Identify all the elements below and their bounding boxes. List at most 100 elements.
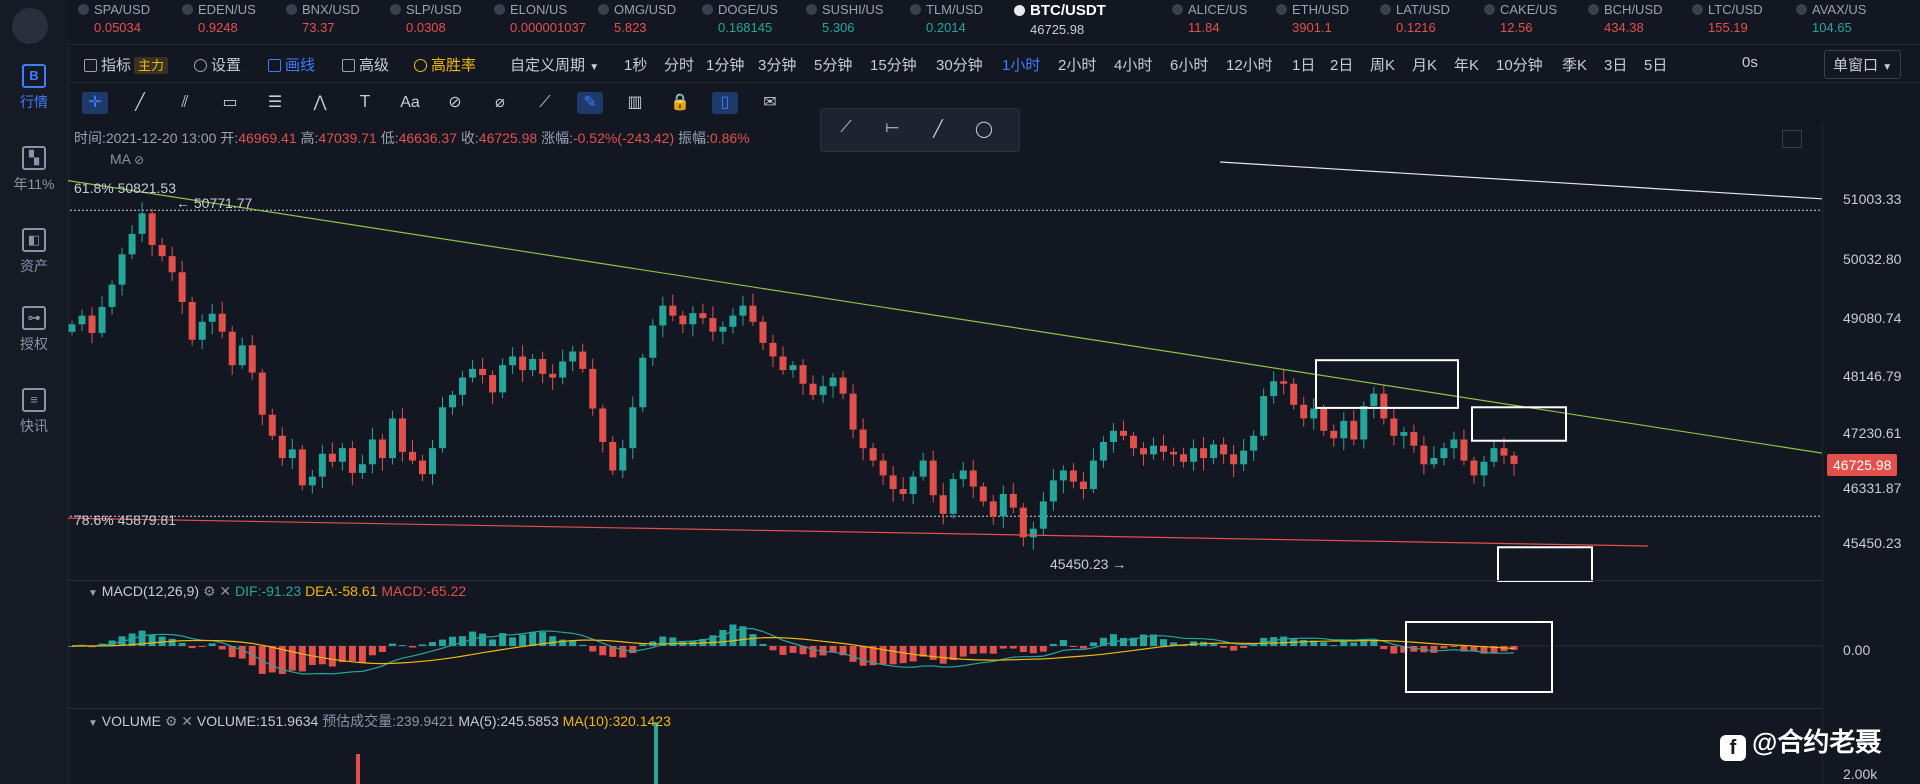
ticker-12[interactable]: LAT/USD 0.1216 — [1380, 2, 1450, 35]
period-11[interactable]: 12小时 — [1226, 54, 1273, 75]
ticker-2[interactable]: BNX/USD 73.37 — [286, 2, 360, 35]
ticker-price: 0.0308 — [406, 20, 446, 35]
magnet-icon[interactable]: ⊘ — [442, 92, 468, 114]
ticker-3[interactable]: SLP/USD 0.0308 — [390, 2, 462, 35]
period-13[interactable]: 2日 — [1330, 54, 1353, 75]
candle-body — [1079, 481, 1087, 490]
ticker-symbol: DOGE/US — [718, 2, 778, 17]
period-8[interactable]: 2小时 — [1058, 54, 1096, 75]
price-axis-label: 48146.79 — [1843, 367, 1902, 384]
ticker-11[interactable]: ETH/USD 3901.1 — [1276, 2, 1349, 35]
ma-label[interactable]: MA ⊘ — [110, 151, 144, 167]
macd-histogram-bar — [178, 642, 186, 646]
font-icon[interactable]: Aa — [397, 92, 423, 114]
price-chart[interactable] — [68, 122, 1822, 784]
rect-icon[interactable]: ▭ — [217, 92, 243, 114]
ticker-5[interactable]: OMG/USD 5.823 — [598, 2, 676, 35]
ticker-symbol: LAT/USD — [1396, 2, 1450, 17]
eraser-icon[interactable]: ⌀ — [487, 92, 513, 114]
settings-gear-icon[interactable]: ⚙ — [165, 713, 178, 729]
period-16[interactable]: 年K — [1454, 54, 1479, 75]
ticker-7[interactable]: SUSHI/US 5.306 — [806, 2, 883, 35]
ticker-14[interactable]: BCH/USD 434.38 — [1588, 2, 1663, 35]
text-icon[interactable]: Ｔ — [352, 92, 378, 114]
macd-histogram-bar — [1079, 646, 1087, 649]
ticker-13[interactable]: CAKE/US 12.56 — [1484, 2, 1557, 35]
sidebar-item-1[interactable]: ▚ 年11% — [0, 146, 68, 194]
macd-histogram-bar — [1059, 639, 1067, 646]
period-5[interactable]: 15分钟 — [870, 54, 917, 75]
period-7[interactable]: 1小时 — [1002, 54, 1040, 75]
close-icon[interactable]: ✕ — [219, 583, 231, 599]
sidebar-item-0[interactable]: B 行情 — [0, 64, 68, 112]
period-9[interactable]: 4小时 — [1114, 54, 1152, 75]
app-logo[interactable] — [12, 8, 48, 44]
note-icon[interactable]: ✉ — [757, 92, 783, 114]
wave-icon[interactable]: ⋀ — [307, 92, 333, 114]
ticker-15[interactable]: LTC/USD 155.19 — [1692, 2, 1763, 35]
ticker-0[interactable]: SPA/USD 0.05034 — [78, 2, 150, 35]
ruler-icon[interactable]: ⟋ — [532, 92, 558, 114]
candle-body — [1039, 501, 1047, 529]
ticker-8[interactable]: TLM/USD 0.2014 — [910, 2, 983, 35]
parallel-icon[interactable]: ⫽ — [172, 92, 198, 114]
candle-body — [739, 305, 747, 316]
sidebar-item-3[interactable]: ⊶ 授权 — [0, 306, 68, 354]
eye-off-icon[interactable]: ⊘ — [134, 153, 144, 167]
period-3[interactable]: 3分钟 — [758, 54, 796, 75]
period-0[interactable]: 1秒 — [624, 54, 647, 75]
winrate-button[interactable]: 高胜率 — [414, 54, 476, 75]
period-18[interactable]: 季K — [1562, 54, 1587, 75]
candle-body — [378, 439, 386, 459]
drawline-button[interactable]: 画线 — [268, 54, 315, 75]
ticker-10[interactable]: ALICE/US 11.84 — [1172, 2, 1247, 35]
ticker-9[interactable]: BTC/USDT 46725.98 — [1014, 2, 1106, 37]
candle-body — [328, 453, 336, 462]
period-6[interactable]: 30分钟 — [936, 54, 983, 75]
settings-button[interactable]: 设置 — [194, 54, 241, 75]
ticker-1[interactable]: EDEN/US 0.9248 — [182, 2, 256, 35]
candle-body — [569, 351, 577, 362]
ticker-symbol: BNX/USD — [302, 2, 360, 17]
period-12[interactable]: 1日 — [1292, 54, 1315, 75]
close-icon[interactable]: ✕ — [181, 713, 193, 729]
line-icon[interactable]: ╱ — [127, 92, 153, 114]
period-1[interactable]: 分时 — [664, 54, 694, 75]
candle-body — [128, 233, 136, 255]
period-19[interactable]: 3日 — [1604, 54, 1627, 75]
period-14[interactable]: 周K — [1370, 54, 1395, 75]
candle-body — [178, 272, 186, 302]
macd-histogram-bar — [1049, 643, 1057, 646]
collapse-chevron-icon[interactable]: ▼ — [88, 588, 98, 599]
price-axis[interactable]: 46725.98 51003.33 50032.80 49080.74 48146.7… — [1822, 122, 1920, 784]
candle-body — [659, 305, 667, 326]
bookmark-icon[interactable]: ▯ — [712, 92, 738, 114]
ticker-4[interactable]: ELON/US 0.000001037 — [494, 2, 586, 35]
sidebar-item-2[interactable]: ◧ 资产 — [0, 228, 68, 276]
ticker-6[interactable]: DOGE/US 0.168145 — [702, 2, 778, 35]
advanced-button[interactable]: 高级 — [342, 54, 389, 75]
candle-icon[interactable]: ▥ — [622, 92, 648, 114]
collapse-chevron-icon[interactable]: ▼ — [88, 718, 98, 729]
settings-gear-icon[interactable]: ⚙ — [203, 583, 216, 599]
lock-icon[interactable]: 🔒 — [667, 92, 693, 114]
ticker-16[interactable]: AVAX/US 104.65 — [1796, 2, 1866, 35]
custom-period-dropdown[interactable]: 自定义周期 ▼ — [510, 54, 599, 75]
period-10[interactable]: 6小时 — [1170, 54, 1208, 75]
window-mode-dropdown[interactable]: 单窗口 ▼ — [1824, 50, 1902, 79]
sidebar-item-4[interactable]: ≡ 快讯 — [0, 388, 68, 436]
period-4[interactable]: 5分钟 — [814, 54, 852, 75]
cross-icon[interactable]: ✛ — [82, 92, 108, 114]
candle-body — [1470, 460, 1478, 476]
pen-icon[interactable]: ✎ — [577, 92, 603, 114]
advanced-icon — [342, 59, 355, 72]
hlines-icon[interactable]: ☰ — [262, 92, 288, 114]
fullscreen-icon[interactable] — [1782, 130, 1802, 148]
period-20[interactable]: 5日 — [1644, 54, 1667, 75]
period-2[interactable]: 1分钟 — [706, 54, 744, 75]
period-15[interactable]: 月K — [1412, 54, 1437, 75]
period-17[interactable]: 10分钟 — [1496, 54, 1543, 75]
ticker-price: 5.306 — [822, 20, 855, 35]
indicator-button[interactable]: 指标 主力 — [84, 54, 169, 75]
macd-histogram-bar — [208, 643, 216, 646]
